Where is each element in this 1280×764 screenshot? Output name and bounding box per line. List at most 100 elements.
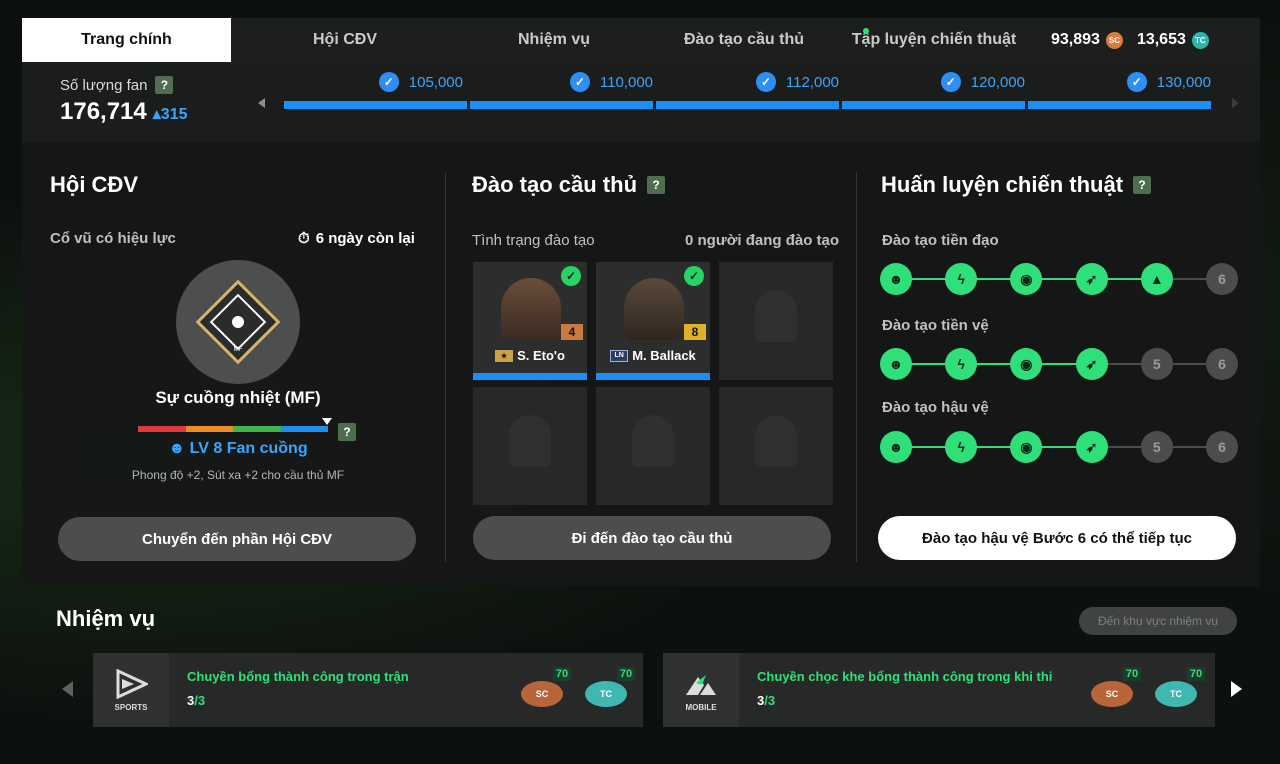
- milestone-label: ✓ 112,000: [755, 72, 839, 92]
- milestone: ✓ 112,000: [656, 70, 839, 120]
- empty-training-slot[interactable]: [473, 387, 587, 505]
- training-progress: [596, 373, 710, 380]
- track-label: Đào tạo tiền đạo: [882, 232, 999, 249]
- divider: [445, 172, 446, 562]
- completed-step-icon[interactable]: ➶: [1075, 348, 1108, 380]
- mission-card[interactable]: MOBILE Chuyền chọc khe bổng thành công t…: [663, 653, 1215, 727]
- tab-missions[interactable]: Nhiệm vụ: [459, 18, 649, 62]
- timer-icon: ⏱: [298, 230, 310, 247]
- completed-step-icon[interactable]: ➶: [1075, 431, 1108, 463]
- training-slot[interactable]: ✓ 4 ★ S. Eto'o: [473, 262, 587, 380]
- chevron-right-icon[interactable]: [1232, 98, 1239, 108]
- locked-step[interactable]: 6: [1206, 431, 1238, 463]
- milestone-value: 130,000: [1156, 73, 1211, 91]
- training-title: Đào tạo cầu thủ ?: [472, 172, 666, 198]
- player-name-row: LN M. Ballack: [596, 348, 710, 363]
- sc-balance: 93,893 SC: [1051, 31, 1123, 49]
- check-icon: ✓: [940, 72, 961, 92]
- track-label: Đào tạo hậu vệ: [882, 399, 989, 416]
- sc-coin-icon: SC: [1105, 31, 1123, 49]
- help-icon[interactable]: ?: [647, 176, 666, 194]
- milestone-value: 120,000: [970, 73, 1025, 91]
- completed-step-icon[interactable]: ϟ: [945, 431, 978, 463]
- tactics-title-text: Huấn luyện chiến thuật: [881, 172, 1124, 197]
- help-icon[interactable]: ?: [338, 423, 356, 441]
- completed-step-icon[interactable]: ➶: [1075, 263, 1108, 295]
- player-photo: [501, 278, 561, 340]
- chevron-left-icon[interactable]: [62, 681, 73, 697]
- check-icon: ✓: [684, 266, 704, 286]
- check-icon: ✓: [1126, 72, 1147, 92]
- empty-training-slot[interactable]: [596, 387, 710, 505]
- empty-training-slot[interactable]: [719, 387, 833, 505]
- top-nav: Trang chính Hội CĐV Nhiệm vụ Đào tạo cầu…: [22, 18, 1260, 62]
- fan-progress-bar: Số lượng fan ? 176,714 ▴315 ✓ 105,000 ✓ 110…: [22, 62, 1260, 142]
- tab-tactics[interactable]: Tập luyện chiến thuật: [839, 18, 1029, 62]
- tab-fan-club[interactable]: Hội CĐV: [231, 18, 459, 62]
- fan-count-label: Số lượng fan ?: [60, 76, 174, 94]
- days-left: ⏱ 6 ngày còn lại: [298, 230, 415, 247]
- go-to-fan-club-button[interactable]: Chuyển đến phần Hội CĐV: [58, 517, 416, 561]
- locked-step[interactable]: 5: [1140, 348, 1173, 380]
- help-icon[interactable]: ?: [155, 76, 174, 94]
- reward-amount: 70: [1187, 667, 1205, 681]
- completed-step-icon[interactable]: ϟ: [945, 263, 978, 295]
- completed-step-icon[interactable]: ϟ: [945, 348, 978, 380]
- chevron-left-icon[interactable]: [258, 98, 265, 108]
- training-slot[interactable]: ✓ 8 LN M. Ballack: [596, 262, 710, 380]
- tab-player-training[interactable]: Đào tạo cầu thủ: [649, 18, 839, 62]
- effect-label: Cổ vũ có hiệu lực: [50, 230, 176, 247]
- completed-step-icon[interactable]: ◉: [1010, 348, 1043, 380]
- empty-player-icon: [632, 415, 674, 467]
- go-to-training-button[interactable]: Đi đến đào tạo cầu thủ: [473, 516, 831, 560]
- locked-step[interactable]: 5: [1140, 431, 1173, 463]
- milestone-bar: [842, 101, 1025, 109]
- mission-text: Chuyền bổng thành công trong trận: [187, 669, 409, 684]
- completed-step-icon[interactable]: ◉: [1010, 431, 1043, 463]
- locked-step[interactable]: 6: [1206, 263, 1238, 295]
- track-line-progress: [896, 446, 1092, 448]
- go-to-missions-button[interactable]: Đến khu vực nhiệm vụ: [1079, 607, 1237, 635]
- fan-delta: ▴315: [152, 106, 188, 123]
- tactic-track: ☻ ϟ ◉ ➶ ▲ 6: [880, 262, 1238, 296]
- sc-coin-icon: SC: [1091, 681, 1133, 707]
- completed-step-icon[interactable]: ☻: [880, 431, 912, 463]
- training-progress: [473, 373, 587, 380]
- training-status-label: Tình trạng đào tạo: [472, 232, 595, 249]
- fan-club-title-text: Hội CĐV: [50, 172, 138, 197]
- fan-skill-badge[interactable]: MF: [176, 260, 300, 384]
- reward-amount: 70: [553, 667, 571, 681]
- fan-count-value: 176,714: [60, 98, 147, 125]
- sc-reward: SC 70: [517, 667, 571, 713]
- mobile-logo: MOBILE: [663, 653, 739, 727]
- tactics-title: Huấn luyện chiến thuật ?: [881, 172, 1152, 198]
- milestone-bar: [1028, 101, 1211, 109]
- empty-training-slot[interactable]: [719, 262, 833, 380]
- mission-card[interactable]: SPORTS Chuyền bổng thành công trong trận…: [93, 653, 643, 727]
- milestone-bar: [284, 101, 467, 109]
- milestone: ✓ 105,000: [284, 70, 467, 120]
- empty-player-icon: [509, 415, 551, 467]
- completed-step-icon[interactable]: ☻: [880, 348, 912, 380]
- tactic-track: ☻ ϟ ◉ ➶ 5 6: [880, 430, 1238, 464]
- check-icon: ✓: [378, 72, 399, 92]
- completed-step-icon[interactable]: ☻: [880, 263, 912, 295]
- milestone-bar: [470, 101, 653, 109]
- locked-step[interactable]: 6: [1206, 348, 1238, 380]
- help-icon[interactable]: ?: [1133, 176, 1152, 194]
- completed-step-icon[interactable]: ◉: [1010, 263, 1043, 295]
- tc-balance: 13,653 TC: [1137, 31, 1209, 49]
- tc-reward: TC 70: [1151, 667, 1205, 713]
- milestone-label: ✓ 130,000: [1126, 72, 1211, 92]
- milestone-label: ✓ 120,000: [940, 72, 1025, 92]
- level-description: Phong độ +2, Sút xa +2 cho cầu thủ MF: [131, 468, 345, 482]
- sc-coin-icon: SC: [521, 681, 563, 707]
- mission-progress: 3/3: [757, 693, 775, 708]
- completed-step-icon[interactable]: ▲: [1140, 263, 1173, 295]
- continue-defender-training-button[interactable]: Đào tạo hậu vệ Bước 6 có thể tiếp tục: [878, 516, 1236, 560]
- level-segment: [185, 426, 233, 432]
- chevron-right-icon[interactable]: [1231, 681, 1242, 697]
- tab-home[interactable]: Trang chính: [22, 18, 231, 62]
- divider: [856, 172, 857, 562]
- badge-position: MF: [233, 347, 243, 353]
